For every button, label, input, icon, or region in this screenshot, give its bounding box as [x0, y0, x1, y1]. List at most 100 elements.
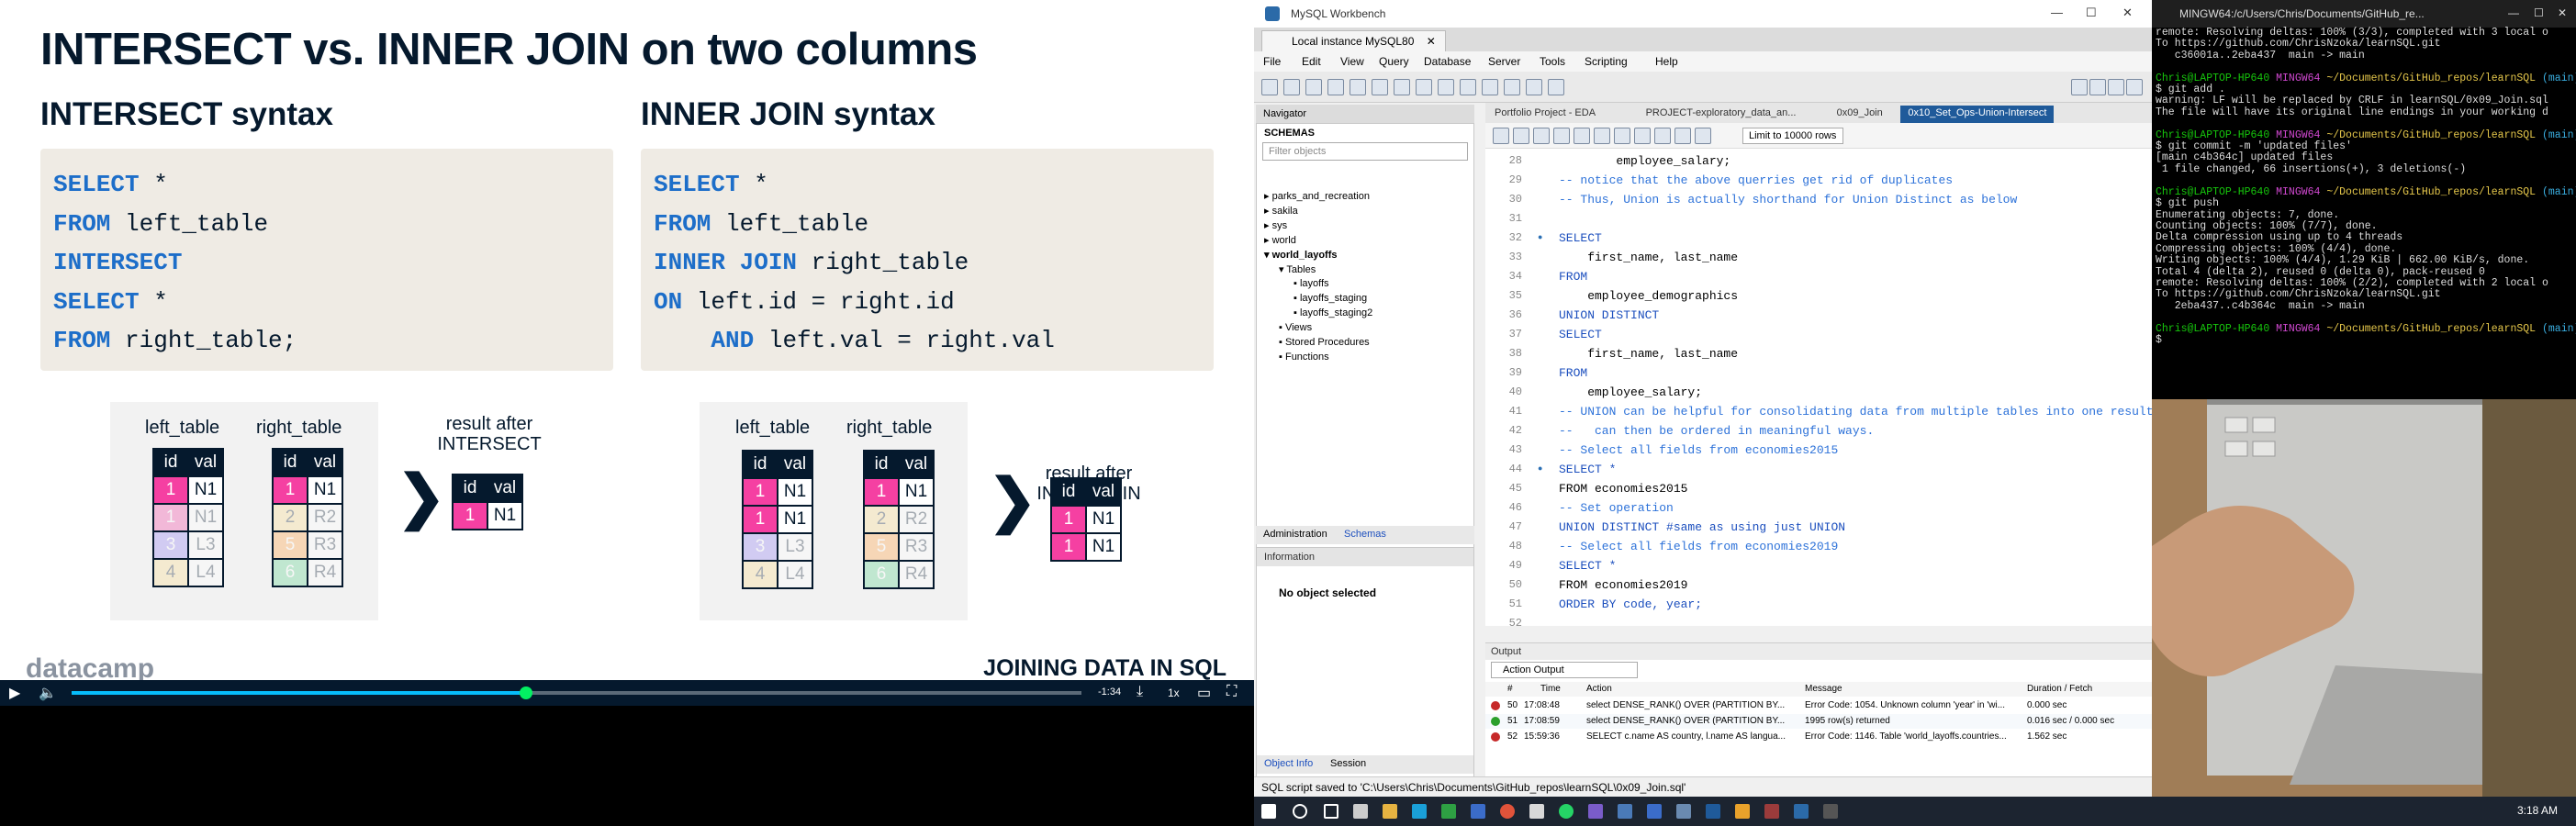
schema-tree-item[interactable]: ▾ Tables — [1279, 263, 1316, 275]
fullscreen-icon[interactable]: ⛶ — [1226, 684, 1237, 700]
menu-file[interactable]: File — [1263, 55, 1281, 68]
seek-handle[interactable] — [520, 686, 532, 699]
editor-tab[interactable]: 0x09_Join — [1830, 106, 1890, 123]
query-toolbar-icon[interactable] — [1553, 128, 1570, 144]
menu-query[interactable]: Query — [1379, 55, 1409, 68]
filter-objects-input[interactable]: Filter objects — [1262, 142, 1468, 161]
output-row[interactable]: 50 17:08:48 select DENSE_RANK() OVER (PART… — [1485, 698, 2152, 713]
query-toolbar-icon[interactable] — [1634, 128, 1651, 144]
app-icon[interactable] — [1529, 804, 1544, 819]
video-player[interactable]: INTERSECT vs. INNER JOIN on two columns … — [0, 0, 1254, 826]
file-explorer-icon[interactable] — [1383, 804, 1397, 819]
schema-tree-item[interactable]: ▪ Views — [1279, 322, 1312, 333]
app-icon-3[interactable] — [1618, 804, 1632, 819]
whatsapp-icon[interactable] — [1559, 804, 1574, 819]
menu-help[interactable]: Help — [1655, 55, 1678, 68]
sql-editor[interactable]: 28 employee_salary; 29 -- notice that the … — [1485, 149, 2152, 630]
task-view-icon[interactable] — [1324, 804, 1338, 819]
query-toolbar-icon[interactable] — [1574, 128, 1590, 144]
close-icon[interactable]: ✕ — [2558, 6, 2567, 19]
layout-icon-2[interactable] — [2089, 79, 2106, 95]
schema-tree-item[interactable]: ▾ world_layoffs — [1264, 249, 1337, 261]
schema-tree-item[interactable]: ▪ Stored Procedures — [1279, 337, 1370, 348]
query-toolbar-icon[interactable] — [1674, 128, 1691, 144]
toolbar-icon[interactable] — [1504, 79, 1520, 95]
search-icon[interactable] — [1293, 804, 1307, 819]
menu-edit[interactable]: Edit — [1302, 55, 1321, 68]
schema-tree-item[interactable]: ▪ Functions — [1279, 352, 1329, 363]
tab-administration[interactable]: Administration — [1263, 529, 1327, 540]
git-bash-icon[interactable] — [1823, 804, 1838, 819]
word-icon[interactable] — [1471, 804, 1485, 819]
schema-tree-item[interactable]: ▪ layoffs_staging — [1294, 293, 1367, 304]
close-tab-icon[interactable]: ✕ — [1427, 35, 1436, 48]
download-icon[interactable]: ⤓ — [1137, 684, 1143, 700]
minimize-icon[interactable]: — — [2508, 6, 2519, 19]
menu-server[interactable]: Server — [1488, 55, 1520, 68]
toolbar-icon[interactable] — [1327, 79, 1344, 95]
connection-tab[interactable]: Local instance MySQL80 ✕ — [1261, 30, 1446, 51]
limit-rows-select[interactable]: Limit to 10000 rows — [1742, 128, 1843, 144]
app-icon-7[interactable] — [1735, 804, 1750, 819]
editor-tab[interactable]: PROJECT-exploratory_data_an... — [1639, 106, 1804, 123]
menu-scripting[interactable]: Scripting — [1585, 55, 1628, 68]
toolbar-icon[interactable] — [1283, 79, 1300, 95]
layout-icon-4[interactable] — [2126, 79, 2143, 95]
menu-database[interactable]: Database — [1424, 55, 1471, 68]
app-icon-5[interactable] — [1676, 804, 1691, 819]
toolbar-icon[interactable] — [1372, 79, 1388, 95]
menu-view[interactable]: View — [1340, 55, 1364, 68]
tab-session[interactable]: Session — [1330, 758, 1366, 769]
toolbar-icon[interactable] — [1526, 79, 1542, 95]
editor-tab[interactable]: 0x10_Set_Ops-Union-Intersect — [1900, 106, 2055, 123]
toolbar-icon[interactable] — [1394, 79, 1410, 95]
chrome-icon[interactable] — [1500, 804, 1515, 819]
minimize-icon[interactable]: — — [2051, 6, 2063, 19]
query-toolbar-icon[interactable] — [1513, 128, 1529, 144]
seek-bar[interactable] — [72, 686, 1081, 699]
git-bash-terminal[interactable]: MINGW64:/c/Users/Chris/Documents/GitHub_… — [2152, 0, 2576, 399]
app-icon-8[interactable] — [1764, 804, 1779, 819]
excel-icon[interactable] — [1441, 804, 1456, 819]
tab-schemas[interactable]: Schemas — [1344, 529, 1386, 540]
menu-tools[interactable]: Tools — [1540, 55, 1565, 68]
editor-tab[interactable]: Portfolio Project - EDA — [1487, 106, 1603, 123]
output-row[interactable]: 52 15:59:36 SELECT c.name AS country, l.na… — [1485, 730, 2152, 744]
edge-icon[interactable] — [1412, 804, 1427, 819]
tab-object-info[interactable]: Object Info — [1264, 758, 1313, 769]
volume-icon[interactable]: 🔈 — [39, 684, 57, 702]
schema-tree-item[interactable]: ▪ layoffs_staging2 — [1294, 307, 1372, 318]
maximize-icon[interactable]: ☐ — [2086, 6, 2097, 20]
toolbar-icon[interactable] — [1548, 79, 1564, 95]
speed-button[interactable]: 1x — [1168, 686, 1180, 699]
layout-icon[interactable] — [2071, 79, 2088, 95]
schema-tree-item[interactable]: ▸ parks_and_recreation — [1264, 190, 1370, 202]
close-icon[interactable]: ✕ — [2122, 6, 2133, 20]
schema-tree-item[interactable]: ▸ sakila — [1264, 205, 1298, 217]
schema-tree-item[interactable]: ▸ sys — [1264, 219, 1287, 231]
app-icon-2[interactable] — [1588, 804, 1603, 819]
toolbar-icon[interactable] — [1305, 79, 1322, 95]
maximize-icon[interactable]: ☐ — [2534, 6, 2544, 19]
app-icon-4[interactable] — [1647, 804, 1662, 819]
settings-icon[interactable] — [1353, 804, 1368, 819]
output-row[interactable]: 51 17:08:59 select DENSE_RANK() OVER (PART… — [1485, 714, 2152, 729]
query-toolbar-icon[interactable] — [1594, 128, 1610, 144]
schema-tree-item[interactable]: ▪ layoffs — [1294, 278, 1329, 289]
query-toolbar-icon[interactable] — [1533, 128, 1550, 144]
query-toolbar-icon[interactable] — [1614, 128, 1630, 144]
query-toolbar-icon[interactable] — [1695, 128, 1711, 144]
start-icon[interactable] — [1261, 804, 1276, 819]
query-toolbar-icon[interactable] — [1493, 128, 1509, 144]
captions-icon[interactable]: ▭ — [1197, 684, 1211, 702]
mysql-workbench-icon[interactable] — [1794, 804, 1809, 819]
schema-tree-item[interactable]: ▸ world — [1264, 234, 1296, 246]
play-icon[interactable]: ▶ — [9, 684, 20, 702]
toolbar-icon[interactable] — [1261, 79, 1278, 95]
toolbar-icon[interactable] — [1482, 79, 1498, 95]
query-toolbar-icon[interactable] — [1654, 128, 1671, 144]
toolbar-icon[interactable] — [1416, 79, 1432, 95]
layout-icon-3[interactable] — [2108, 79, 2124, 95]
toolbar-icon[interactable] — [1460, 79, 1476, 95]
toolbar-icon[interactable] — [1438, 79, 1454, 95]
